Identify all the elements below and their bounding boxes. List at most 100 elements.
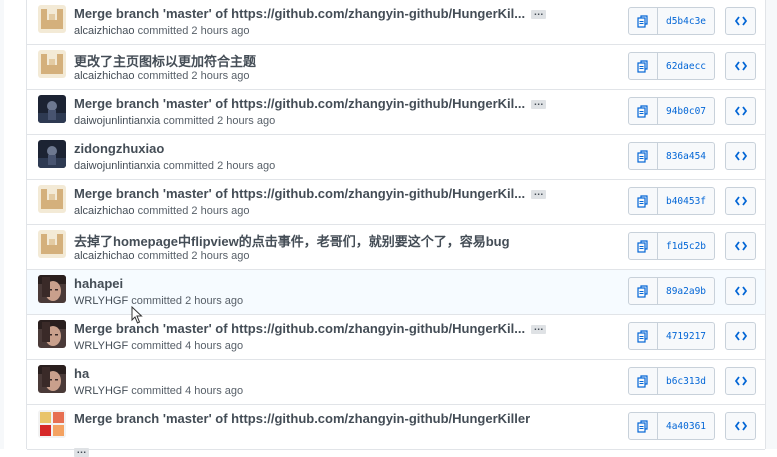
expand-message-button[interactable]: … [531,98,547,110]
copy-sha-button[interactable] [628,52,658,80]
commit-message-link[interactable]: Merge branch 'master' of https://github.… [74,6,525,21]
avatar[interactable] [38,140,66,168]
commit-sha-link[interactable]: 836a454 [658,142,715,170]
commit-message: hahapei [74,276,123,291]
commit-time: 2 hours ago [217,115,276,127]
commit-message-link[interactable]: ha [74,366,89,381]
browse-repo-button[interactable] [725,412,756,440]
commit-message: 去掉了homepage中flipview的点击事件，老哥们，就别要这个了，容易b… [74,231,510,250]
code-icon [734,196,747,206]
copy-sha-button[interactable] [628,277,658,305]
committed-label: committed [131,340,182,352]
avatar[interactable] [38,320,66,348]
expand-message-button[interactable]: … [531,8,547,20]
browse-repo-button[interactable] [725,7,756,35]
browse-repo-button[interactable] [725,52,756,80]
commit-time: 4 hours ago [185,385,244,397]
copy-sha-button[interactable] [628,322,658,350]
committed-label: committed [163,160,215,172]
expand-message-button[interactable]: … [74,446,89,457]
commit-author-link[interactable]: daiwojunlintianxia [74,160,160,172]
sha-button-group: 836a454 [628,142,715,170]
commit-meta: WRLYHGF committed 2 hours ago [74,295,243,307]
expand-message-button[interactable]: … [531,188,547,200]
commit-sha-link[interactable]: 62daecc [658,52,715,80]
commit-list: Merge branch 'master' of https://github.… [26,0,766,457]
commit-sha-link[interactable]: 4719217 [658,322,715,350]
commit-author-link[interactable]: WRLYHGF [74,385,128,397]
commit-message: 更改了主页图标以更加符合主题 [74,51,256,70]
clipboard-icon [637,59,649,73]
browse-repo-button[interactable] [725,322,756,350]
browse-repo-button[interactable] [725,232,756,260]
clipboard-icon [637,329,649,343]
commit-row: Merge branch 'master' of https://github.… [27,0,765,45]
clipboard-icon [637,14,649,28]
browse-repo-button[interactable] [725,187,756,215]
commit-message: Merge branch 'master' of https://github.… [74,411,530,457]
code-icon [734,421,747,431]
avatar[interactable] [38,185,66,213]
browse-repo-button[interactable] [725,97,756,125]
commit-sha-link[interactable]: f1d5c2b [658,232,715,260]
commit-meta: alcaizhichao committed 2 hours ago [74,205,250,217]
copy-sha-button[interactable] [628,142,658,170]
page-gutter-right [766,0,777,449]
commit-message-link[interactable]: Merge branch 'master' of https://github.… [74,186,525,201]
copy-sha-button[interactable] [628,412,658,440]
sha-button-group: b6c313d [628,367,715,395]
commit-author-link[interactable]: daiwojunlintianxia [74,115,160,127]
avatar[interactable] [38,275,66,303]
commit-sha-link[interactable]: d5b4c3e [658,7,715,35]
avatar[interactable] [38,230,66,258]
code-icon [734,61,747,71]
copy-sha-button[interactable] [628,187,658,215]
commit-message-link[interactable]: hahapei [74,276,123,291]
avatar[interactable] [38,95,66,123]
commit-row: 更改了主页图标以更加符合主题 alcaizhichao committed 2 h… [27,45,765,90]
avatar[interactable] [38,5,66,33]
commit-message-link[interactable]: 更改了主页图标以更加符合主题 [74,54,256,69]
commit-sha-link[interactable]: 94b0c07 [658,97,715,125]
sha-button-group: 4a40361 [628,412,715,440]
commit-message-link[interactable]: 去掉了homepage中flipview的点击事件，老哥们，就别要这个了，容易b… [74,234,510,249]
avatar[interactable] [38,410,66,438]
committed-label: committed [163,115,215,127]
commit-time: 2 hours ago [191,250,250,262]
sha-button-group: 62daecc [628,52,715,80]
commit-author-link[interactable]: alcaizhichao [74,205,135,217]
commit-author-link[interactable]: alcaizhichao [74,25,135,37]
clipboard-icon [637,374,649,388]
copy-sha-button[interactable] [628,232,658,260]
commit-author-link[interactable]: alcaizhichao [74,250,135,262]
commit-meta: daiwojunlintianxia committed 2 hours ago [74,160,275,172]
expand-message-button[interactable]: … [531,323,547,335]
commit-message: ha [74,366,89,381]
commit-sha-link[interactable]: b6c313d [658,367,715,395]
commit-meta: alcaizhichao committed 2 hours ago [74,250,250,262]
copy-sha-button[interactable] [628,367,658,395]
avatar[interactable] [38,365,66,393]
commit-sha-link[interactable]: 89a2a9b [658,277,715,305]
commit-message: Merge branch 'master' of https://github.… [74,6,547,21]
browse-repo-button[interactable] [725,277,756,305]
commit-time: 2 hours ago [191,205,250,217]
commit-meta: WRLYHGF committed 4 hours ago [74,385,243,397]
browse-repo-button[interactable] [725,142,756,170]
commit-sha-link[interactable]: 4a40361 [658,412,715,440]
commit-row: zidongzhuxiao daiwojunlintianxia committe… [27,135,765,180]
commit-author-link[interactable]: alcaizhichao [74,70,135,82]
copy-sha-button[interactable] [628,7,658,35]
commit-meta: WRLYHGF committed 4 hours ago [74,340,243,352]
commit-sha-link[interactable]: b40453f [658,187,715,215]
commit-author-link[interactable]: WRLYHGF [74,295,128,307]
commit-author-link[interactable]: WRLYHGF [74,340,128,352]
code-icon [734,286,747,296]
avatar[interactable] [38,50,66,78]
commit-message-link[interactable]: Merge branch 'master' of https://github.… [74,96,525,111]
commit-message-link[interactable]: Merge branch 'master' of https://github.… [74,411,530,426]
commit-message: Merge branch 'master' of https://github.… [74,321,547,336]
browse-repo-button[interactable] [725,367,756,395]
copy-sha-button[interactable] [628,97,658,125]
commit-message-link[interactable]: zidongzhuxiao [74,141,164,156]
